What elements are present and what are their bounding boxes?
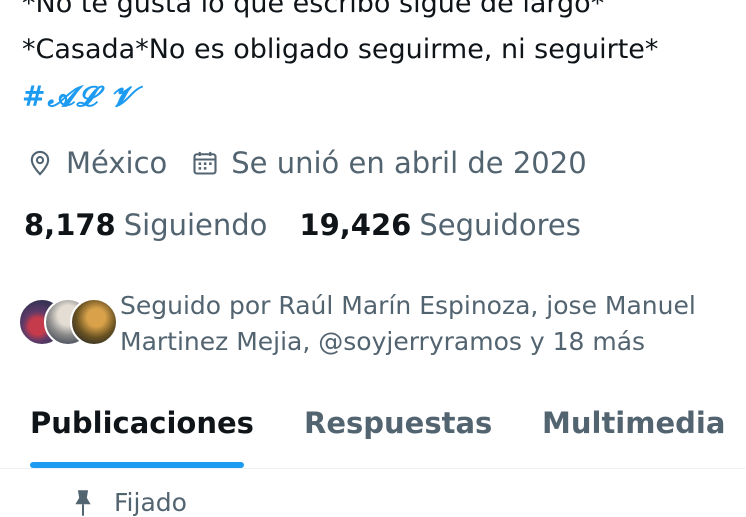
tab-respuestas[interactable]: Respuestas — [304, 406, 492, 440]
tab-multimedia[interactable]: Multimedia — [542, 406, 725, 440]
bio-line: *Casada*No es obligado seguirme, ni segu… — [22, 34, 659, 65]
profile-stats: 8,178 Siguiendo 19,426 Seguidores — [24, 208, 581, 242]
following-label: Siguiendo — [123, 208, 268, 242]
followed-by-text: Seguido por Raúl Marín Espinoza, jose Ma… — [120, 288, 728, 360]
bio-line: *No te gusta lo que escribo sigue de lar… — [22, 0, 605, 19]
followed-by-line: Seguido por Raúl Marín Espinoza, jose Ma… — [120, 291, 696, 320]
profile-meta: México Se unió en abril de 2020 — [26, 143, 587, 183]
follower-avatars — [18, 298, 118, 346]
tab-publicaciones[interactable]: Publicaciones — [30, 406, 254, 440]
bio-hashtag-link[interactable]: #𝓐𝓛 𝓥 — [22, 80, 136, 114]
followers-link[interactable]: 19,426 Seguidores — [299, 208, 580, 242]
following-link[interactable]: 8,178 Siguiendo — [24, 208, 267, 242]
location-item: México — [26, 146, 167, 180]
followers-label: Seguidores — [419, 208, 581, 242]
following-count: 8,178 — [24, 208, 116, 242]
followers-count: 19,426 — [299, 208, 412, 242]
avatar — [70, 298, 118, 346]
followed-by[interactable]: Seguido por Raúl Marín Espinoza, jose Ma… — [18, 288, 728, 366]
joined-item: Se unió en abril de 2020 — [191, 146, 587, 180]
pinned-label: Fijado — [72, 488, 187, 517]
profile-tabs: Publicaciones Respuestas Multimedia — [0, 388, 746, 470]
followed-by-line: Martinez Mejia, @soyjerryramos y 18 más — [120, 327, 646, 356]
divider — [0, 468, 746, 469]
calendar-icon — [193, 151, 217, 175]
pinned-text: Fijado — [114, 488, 187, 517]
location-text: México — [66, 146, 168, 180]
pin-icon — [75, 489, 91, 516]
location-pin-icon — [30, 150, 50, 176]
joined-text: Se unió en abril de 2020 — [231, 146, 587, 180]
